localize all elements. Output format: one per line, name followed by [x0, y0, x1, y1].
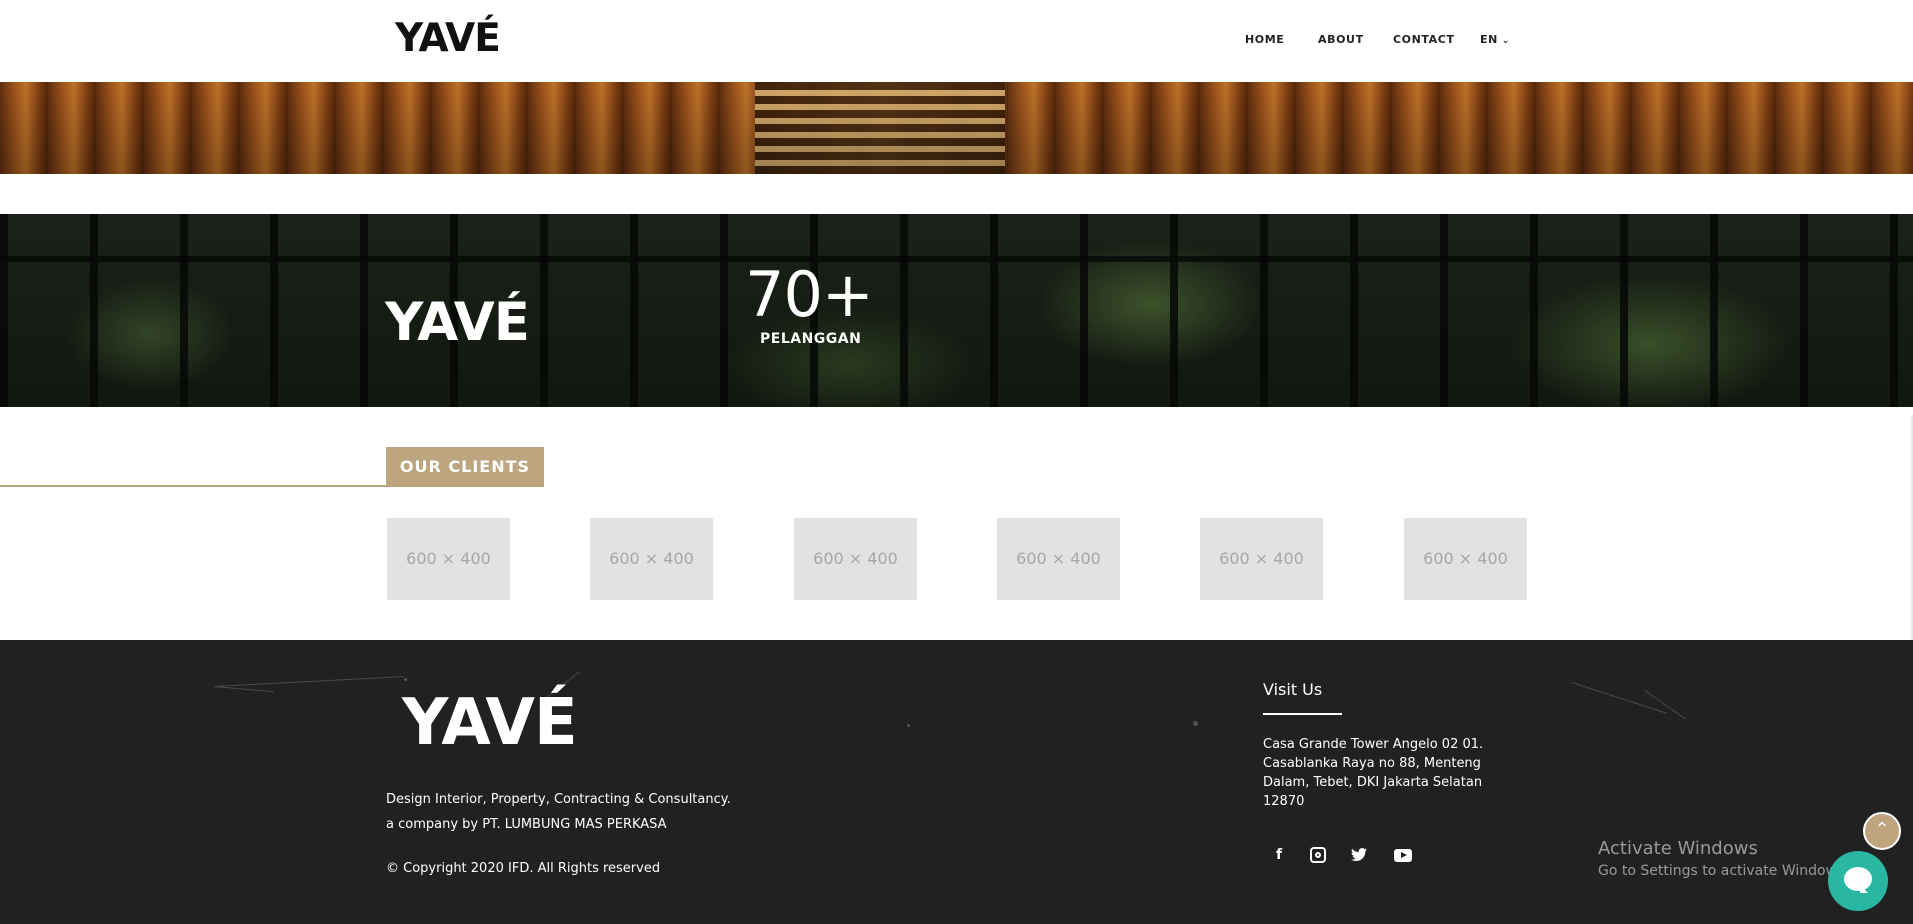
site-header: YAVÉ HOME ABOUT CONTACT EN ⌄	[0, 0, 1913, 82]
clients-divider	[0, 485, 386, 487]
activate-windows-title: Activate Windows	[1598, 838, 1758, 859]
stats-logo: YAVÉ	[385, 292, 530, 353]
chat-button[interactable]	[1828, 851, 1888, 911]
facebook-icon[interactable]: f	[1268, 844, 1290, 866]
instagram-icon[interactable]	[1307, 844, 1329, 866]
nav-about[interactable]: ABOUT	[1318, 33, 1364, 46]
client-logo[interactable]: 600 × 400	[590, 518, 713, 600]
banner-shade	[0, 82, 1913, 174]
client-logo[interactable]: 600 × 400	[387, 518, 510, 600]
client-logo[interactable]: 600 × 400	[1200, 518, 1323, 600]
language-selector[interactable]: EN ⌄	[1480, 33, 1510, 46]
footer-company: a company by PT. LUMBUNG MAS PERKASA	[386, 817, 667, 832]
address-line: Dalam, Tebet, DKI Jakarta Selatan	[1263, 775, 1483, 790]
client-logo[interactable]: 600 × 400	[1404, 518, 1527, 600]
clients-heading: OUR CLIENTS	[386, 447, 544, 487]
header-logo[interactable]: YAVÉ	[395, 16, 501, 61]
footer-copyright: © Copyright 2020 IFD. All Rights reserve…	[386, 861, 661, 876]
footer-address: Casa Grande Tower Angelo 02 01. Casablan…	[1263, 735, 1503, 811]
youtube-icon[interactable]	[1392, 844, 1414, 866]
scroll-to-top-button[interactable]: ⌃	[1863, 812, 1901, 850]
address-line: Casablanka Raya no 88, Menteng	[1263, 756, 1481, 771]
page: YAVÉ HOME ABOUT CONTACT EN ⌄ YAVÉ 70+ PEL…	[0, 0, 1913, 924]
decorative-dot	[1193, 721, 1198, 726]
language-label: EN	[1480, 33, 1498, 46]
chevron-up-icon: ⌃	[1874, 819, 1890, 840]
stats-banner-image	[0, 214, 1913, 407]
footer-description: Design Interior, Property, Contracting &…	[386, 792, 731, 807]
decorative-dot	[907, 724, 910, 727]
address-line: 12870	[1263, 794, 1305, 809]
stat-label: PELANGGAN	[760, 331, 862, 347]
activate-windows-subtitle: Go to Settings to activate Windows.	[1598, 863, 1849, 879]
client-logo[interactable]: 600 × 400	[997, 518, 1120, 600]
client-logo[interactable]: 600 × 400	[794, 518, 917, 600]
chat-bubble-tail	[1860, 885, 1868, 893]
stat-number: 70+	[745, 258, 874, 331]
nav-contact[interactable]: CONTACT	[1393, 33, 1455, 46]
visit-us-underline	[1263, 713, 1342, 715]
nav-home[interactable]: HOME	[1245, 33, 1284, 46]
visit-us-heading: Visit Us	[1263, 680, 1323, 699]
wood-banner-image	[0, 82, 1913, 174]
banner-overlay	[0, 214, 1913, 407]
twitter-icon[interactable]	[1348, 844, 1370, 866]
footer-logo: YAVÉ	[402, 686, 578, 760]
chevron-down-icon: ⌄	[1501, 36, 1511, 46]
address-line: Casa Grande Tower Angelo 02 01.	[1263, 737, 1484, 752]
decorative-dot	[404, 678, 407, 681]
